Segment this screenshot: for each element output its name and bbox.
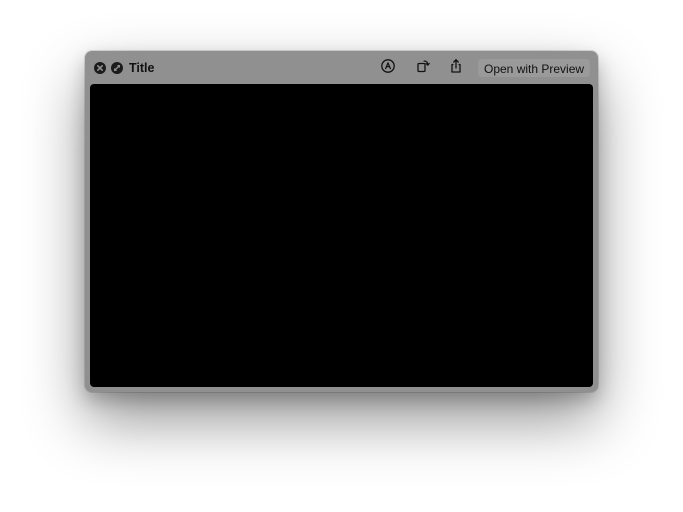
markup-icon [380, 58, 396, 79]
titlebar[interactable]: Title Open with Preview [85, 51, 598, 84]
open-with-preview-button[interactable]: Open with Preview [477, 58, 592, 78]
quicklook-window: Title Open with Preview [85, 51, 598, 392]
close-button[interactable] [94, 62, 106, 74]
rotate-button[interactable] [413, 58, 433, 78]
share-icon [448, 58, 464, 79]
markup-button[interactable] [378, 58, 398, 78]
window-title: Title [129, 61, 155, 75]
preview-content [90, 84, 593, 387]
share-button[interactable] [446, 58, 466, 78]
fullscreen-button[interactable] [111, 62, 123, 74]
fullscreen-icon [111, 62, 123, 74]
close-icon [94, 62, 106, 74]
rotate-icon [415, 58, 431, 79]
